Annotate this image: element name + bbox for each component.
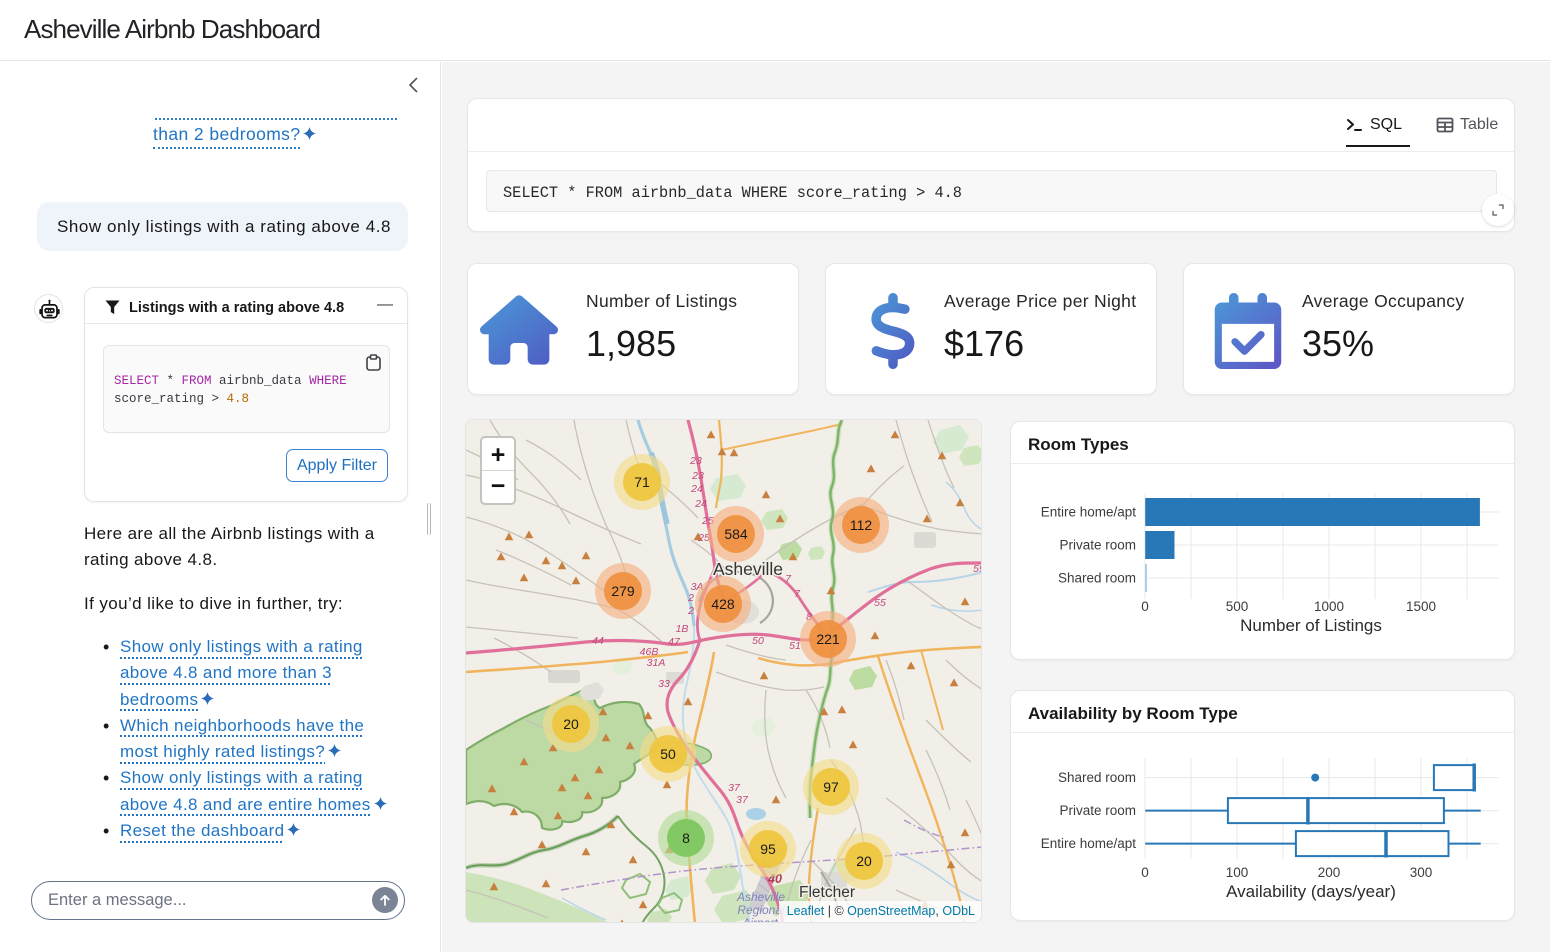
svg-text:55: 55 — [874, 597, 886, 609]
svg-text:20: 20 — [856, 853, 872, 869]
svg-text:300: 300 — [1410, 865, 1433, 880]
svg-text:584: 584 — [724, 526, 748, 542]
svg-text:51: 51 — [789, 640, 801, 652]
svg-text:112: 112 — [850, 517, 873, 533]
svg-text:100: 100 — [1226, 865, 1249, 880]
svg-text:2: 2 — [687, 592, 694, 604]
svg-text:33: 33 — [658, 678, 670, 690]
svg-text:20: 20 — [563, 716, 579, 732]
svg-text:2: 2 — [687, 605, 694, 617]
svg-text:37: 37 — [728, 782, 741, 794]
svg-text:31A: 31A — [647, 657, 666, 669]
svg-text:23: 23 — [689, 455, 702, 467]
svg-text:24: 24 — [694, 498, 707, 510]
svg-text:1B: 1B — [676, 623, 689, 635]
svg-text:Availability (days/year): Availability (days/year) — [1226, 882, 1396, 901]
svg-text:97: 97 — [823, 779, 839, 795]
svg-text:Fletcher: Fletcher — [799, 884, 855, 901]
svg-text:1500: 1500 — [1406, 599, 1436, 614]
svg-text:23: 23 — [691, 470, 704, 482]
svg-text:Number of Listings: Number of Listings — [1240, 616, 1382, 635]
svg-text:50: 50 — [752, 635, 764, 647]
svg-text:428: 428 — [711, 596, 735, 612]
svg-text:1000: 1000 — [1314, 599, 1344, 614]
svg-text:Airport: Airport — [741, 916, 778, 923]
svg-text:Shared room: Shared room — [1058, 770, 1136, 785]
svg-text:50: 50 — [660, 746, 676, 762]
svg-text:95: 95 — [760, 841, 776, 857]
svg-text:71: 71 — [634, 474, 650, 490]
svg-text:221: 221 — [816, 631, 840, 647]
svg-text:24: 24 — [690, 483, 703, 495]
svg-text:500: 500 — [1226, 599, 1249, 614]
svg-text:Private room: Private room — [1059, 538, 1136, 553]
svg-text:59: 59 — [973, 563, 982, 575]
svg-text:Entire home/apt: Entire home/apt — [1041, 836, 1137, 851]
svg-text:200: 200 — [1318, 865, 1341, 880]
svg-text:37: 37 — [736, 794, 749, 806]
svg-text:Shared room: Shared room — [1058, 571, 1136, 586]
svg-text:279: 279 — [611, 583, 635, 599]
svg-text:47: 47 — [668, 636, 681, 648]
svg-text:8: 8 — [682, 830, 690, 846]
svg-text:0: 0 — [1141, 865, 1149, 880]
svg-text:Asheville: Asheville — [713, 559, 783, 579]
svg-text:Private room: Private room — [1059, 803, 1136, 818]
svg-text:0: 0 — [1141, 599, 1149, 614]
svg-text:44: 44 — [592, 635, 604, 647]
svg-text:Entire home/apt: Entire home/apt — [1041, 505, 1137, 520]
